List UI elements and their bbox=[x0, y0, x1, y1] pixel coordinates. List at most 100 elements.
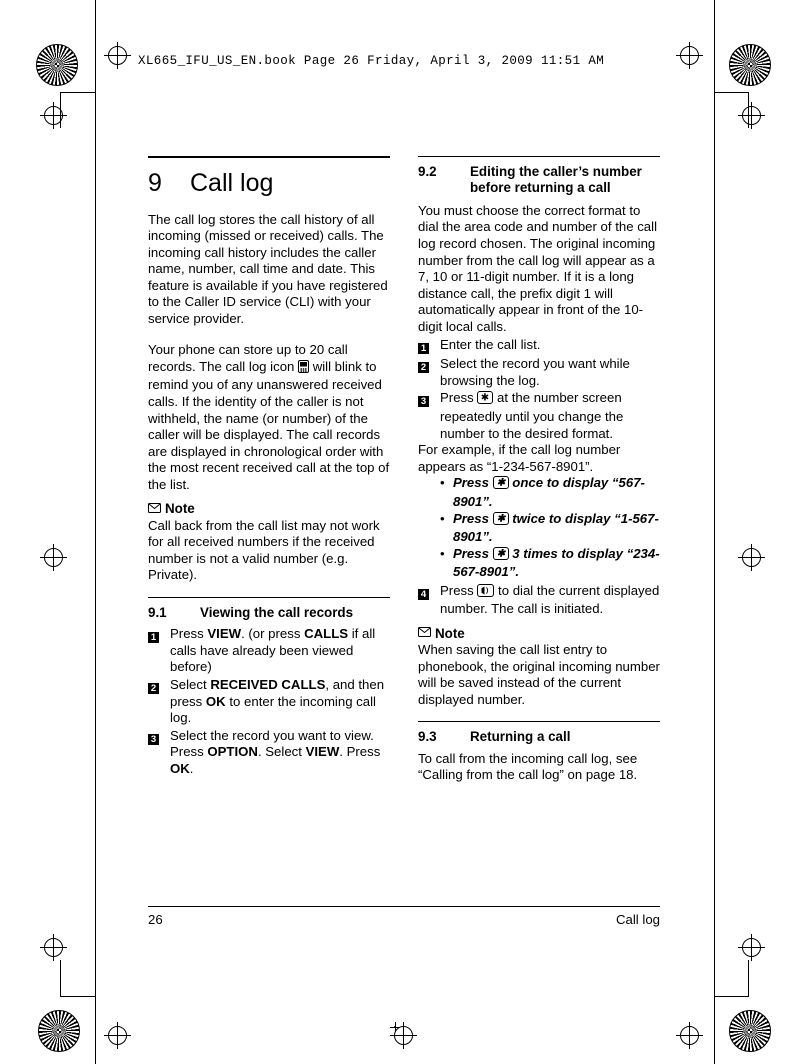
step-marker: 3 bbox=[418, 390, 440, 442]
crop-line-bottom-right bbox=[714, 996, 749, 997]
intro-paragraph-2-part-b: will blink to remind you of any unanswer… bbox=[148, 358, 390, 492]
svg-text:✱: ✱ bbox=[496, 478, 506, 489]
footer-page-number: 26 bbox=[148, 912, 163, 927]
section-title-9-2-line2: before returning a call bbox=[470, 180, 611, 196]
step-number: 4 bbox=[418, 588, 429, 600]
bullet-text-part-a: Press bbox=[453, 475, 493, 491]
chapter-number: 9 bbox=[148, 169, 162, 197]
talk-key-icon bbox=[477, 583, 495, 602]
step-text: Select RECEIVED CALLS, and then press OK… bbox=[170, 677, 385, 726]
star-key-icon: ✱ bbox=[492, 511, 509, 530]
star-key-icon: ✱ bbox=[492, 546, 509, 565]
registration-mark-mid-right bbox=[738, 102, 765, 129]
step-text: Press VIEW. (or press CALLS if all calls… bbox=[170, 626, 376, 675]
list-item: • Press ✱ 3 times to display “234-567-89… bbox=[440, 546, 660, 581]
registration-mark-bottom-left bbox=[104, 1022, 131, 1049]
step-text: Press to dial the current displayed numb… bbox=[440, 583, 660, 618]
halftone-patch-bottom-left bbox=[38, 1010, 80, 1052]
crop-line-top bbox=[60, 92, 95, 93]
footer-chapter-title: Call log bbox=[616, 912, 660, 927]
note-heading-left: Note bbox=[148, 501, 390, 517]
crop-tick-right-bottom bbox=[748, 960, 749, 996]
list-item: • Press ✱ twice to display “1-567-8901”. bbox=[440, 511, 660, 546]
note-icon bbox=[418, 625, 435, 641]
crop-line-bottom bbox=[60, 996, 95, 997]
halftone-patch-top-left bbox=[36, 44, 78, 86]
step-text-part-a: Press bbox=[440, 582, 478, 598]
crop-tick-right-top bbox=[748, 92, 749, 128]
step-text-part-a: Press bbox=[440, 390, 478, 406]
section-title-9-3: Returning a call bbox=[470, 729, 571, 745]
bullet-text-part-a: Press bbox=[453, 510, 493, 526]
list-item: 1 Enter the call list. bbox=[418, 337, 660, 356]
note-label-right: Note bbox=[435, 625, 465, 641]
list-item: 1 Press VIEW. (or press CALLS if all cal… bbox=[148, 626, 390, 676]
crop-tick-left-bottom bbox=[60, 960, 61, 996]
list-item: 2 Select the record you want while brows… bbox=[418, 356, 660, 389]
section-number-9-2: 9.2 bbox=[418, 164, 437, 179]
crop-line-left bbox=[95, 0, 96, 1064]
registration-mark-top-center bbox=[390, 1022, 400, 1032]
section-rule-9-2 bbox=[418, 156, 660, 157]
registration-mark-top-right bbox=[676, 42, 703, 69]
bullet-text: Press ✱ twice to display “1-567-8901”. bbox=[453, 511, 660, 546]
star-key-icon: ✱ bbox=[477, 391, 494, 409]
chapter-title: Call log bbox=[190, 169, 274, 197]
list-item: • Press ✱ once to display “567-8901”. bbox=[440, 475, 660, 510]
chapter-rule bbox=[148, 156, 390, 158]
crop-tick-left-top bbox=[60, 92, 61, 128]
step-marker: 4 bbox=[418, 583, 440, 618]
section-heading-9-1: 9.1 Viewing the call records bbox=[148, 596, 390, 621]
list-item: 3 Press ✱ at the number screen repeatedl… bbox=[418, 390, 660, 442]
bullet-marker: • bbox=[440, 475, 445, 491]
bullet-text: Press ✱ once to display “567-8901”. bbox=[453, 475, 660, 510]
page-title: 9 Call log bbox=[148, 169, 390, 198]
registration-mark-low-left bbox=[40, 934, 67, 961]
bullet-marker: • bbox=[440, 510, 445, 526]
step-number: 2 bbox=[418, 362, 429, 374]
section-title-9-1: Viewing the call records bbox=[200, 604, 354, 620]
intro-paragraph-1: The call log stores the call history of … bbox=[148, 211, 388, 327]
step-marker: 2 bbox=[418, 356, 440, 389]
right-column: 9.2 Editing the caller’s number before re… bbox=[418, 156, 660, 784]
step-marker: 1 bbox=[418, 337, 440, 356]
section-title-9-2-line1: Editing the caller’s number bbox=[470, 164, 642, 179]
step-text: Enter the call list. bbox=[440, 336, 541, 352]
step-marker: 3 bbox=[148, 728, 170, 778]
step-number: 1 bbox=[418, 342, 429, 354]
step-text: Select the record you want to view. Pres… bbox=[170, 727, 381, 777]
note-text-left: Call back from the call list may not wor… bbox=[148, 517, 380, 583]
example-lead-text: For example, if the call log number appe… bbox=[418, 442, 621, 474]
left-column: 9 Call log The call log stores the call … bbox=[148, 156, 390, 778]
crop-line-top-right bbox=[714, 92, 749, 93]
star-key-icon: ✱ bbox=[492, 476, 509, 494]
note-heading-right: Note bbox=[418, 625, 660, 641]
book-file-header: XL665_IFU_US_EN.book Page 26 Friday, Apr… bbox=[138, 54, 605, 68]
step-number: 3 bbox=[418, 396, 429, 408]
note-icon bbox=[148, 501, 165, 517]
section-number-9-1: 9.1 bbox=[148, 604, 167, 620]
registration-mark-center-left bbox=[40, 544, 67, 571]
bullet-text: Press ✱ 3 times to display “234-567-8901… bbox=[453, 546, 660, 581]
section-number-9-3: 9.3 bbox=[418, 729, 437, 745]
section-9-3-paragraph: To call from the incoming call log, see … bbox=[418, 750, 638, 783]
registration-mark-bottom-right bbox=[676, 1022, 703, 1049]
section-title-9-2: Editing the caller’s number before return… bbox=[470, 164, 660, 197]
note-text-right: When saving the call list entry to phone… bbox=[418, 642, 660, 707]
step-text: Select the record you want while browsin… bbox=[440, 356, 630, 388]
section-heading-9-2: 9.2 Editing the caller’s number before re… bbox=[418, 164, 660, 197]
step-number: 1 bbox=[148, 632, 159, 644]
intro-paragraph-2: Your phone can store up to 20 call recor… bbox=[148, 342, 390, 493]
section-9-2-paragraph: You must choose the correct format to di… bbox=[418, 202, 657, 334]
svg-text:✱: ✱ bbox=[496, 548, 506, 559]
halftone-patch-bottom-right bbox=[729, 1010, 771, 1052]
svg-text:✱: ✱ bbox=[481, 393, 489, 404]
step-text: Press ✱ at the number screen repeatedly … bbox=[440, 390, 660, 442]
step-marker: 2 bbox=[148, 677, 170, 727]
svg-text:✱: ✱ bbox=[496, 513, 506, 524]
crop-line-right bbox=[714, 0, 715, 1064]
step-marker: 1 bbox=[148, 626, 170, 676]
page-content: 9 Call log The call log stores the call … bbox=[148, 156, 660, 956]
registration-mark-low-right bbox=[738, 934, 765, 961]
list-item: 4 Press to dial the current displayed nu… bbox=[418, 583, 660, 618]
